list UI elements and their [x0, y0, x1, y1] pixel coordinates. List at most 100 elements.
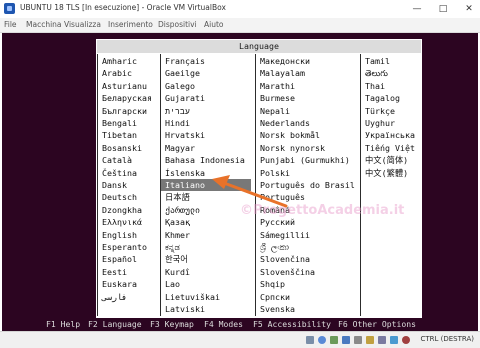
language-option[interactable]: Nepali [256, 105, 360, 117]
language-option[interactable]: Polski [256, 167, 360, 179]
language-option[interactable]: Marathi [256, 80, 360, 92]
language-option[interactable]: Ελληνικά [98, 216, 160, 228]
language-option[interactable]: 한국어 [161, 253, 251, 265]
menu-inserimento[interactable]: Inserimento [108, 20, 153, 29]
language-option[interactable]: Bosanski [98, 142, 160, 154]
language-option[interactable]: Gujarati [161, 92, 251, 104]
language-option[interactable]: Norsk bokmål [256, 129, 360, 141]
menu-bar: File Macchina Visualizza Inserimento Dis… [0, 18, 480, 33]
f5-accessibility[interactable]: F5 Accessibility [253, 317, 331, 331]
language-option[interactable]: Slovenčina [256, 253, 360, 265]
language-option[interactable]: Български [98, 105, 160, 117]
minimize-icon[interactable]: — [404, 0, 430, 18]
language-dialog-title: Language [97, 40, 421, 53]
f4-modes[interactable]: F4 Modes [204, 317, 243, 331]
window-title: UBUNTU 18 TLS [In esecuzione] - Oracle V… [20, 3, 226, 12]
usb-icon[interactable] [354, 336, 362, 344]
language-option[interactable]: Lietuviškai [161, 291, 251, 303]
language-option[interactable]: Thai [361, 80, 421, 92]
language-column-3: Македонски Malayalam Marathi Burmese Nepali N… [255, 54, 360, 316]
language-option[interactable]: Deutsch [98, 191, 160, 203]
language-option-selected[interactable]: Italiano [161, 179, 251, 191]
language-option[interactable]: Punjabi (Gurmukhi) [256, 154, 360, 166]
language-option[interactable]: తెలుగు [361, 67, 421, 79]
language-option[interactable]: Dansk [98, 179, 160, 191]
language-option[interactable]: Malayalam [256, 67, 360, 79]
language-option[interactable]: Português [256, 191, 360, 203]
close-icon[interactable]: ✕ [456, 0, 480, 18]
language-option[interactable]: Türkçe [361, 105, 421, 117]
language-option[interactable]: English [98, 229, 160, 241]
language-option[interactable]: Tamil [361, 55, 421, 67]
menu-file[interactable]: File [4, 20, 17, 29]
language-option[interactable]: Arabic [98, 67, 160, 79]
language-option[interactable]: Español [98, 253, 160, 265]
audio-icon[interactable] [330, 336, 338, 344]
menu-aiuto[interactable]: Aiuto [204, 20, 224, 29]
language-option[interactable]: Tibetan [98, 129, 160, 141]
virtualbox-app-icon [4, 3, 15, 14]
language-option[interactable]: Català [98, 154, 160, 166]
language-option[interactable]: Esperanto [98, 241, 160, 253]
language-option[interactable]: Українська [361, 129, 421, 141]
language-option[interactable]: فارسی [98, 291, 160, 303]
language-option[interactable]: Français [161, 55, 251, 67]
language-option[interactable]: Uyghur [361, 117, 421, 129]
menu-macchina[interactable]: Macchina [26, 20, 62, 29]
language-option[interactable]: Svenska [256, 303, 360, 315]
language-option[interactable]: Magyar [161, 142, 251, 154]
language-option[interactable]: Hrvatski [161, 129, 251, 141]
f2-language[interactable]: F2 Language [88, 317, 142, 331]
language-option[interactable]: Amharic [98, 55, 160, 67]
language-option[interactable]: Asturianu [98, 80, 160, 92]
language-option[interactable]: Македонски [256, 55, 360, 67]
f6-other-options[interactable]: F6 Other Options [338, 317, 416, 331]
host-key-icon [402, 336, 410, 344]
language-option[interactable]: Беларуская [98, 92, 160, 104]
language-option[interactable]: Shqip [256, 278, 360, 290]
f3-keymap[interactable]: F3 Keymap [150, 317, 194, 331]
language-option[interactable]: Galego [161, 80, 251, 92]
language-option[interactable]: Norsk nynorsk [256, 142, 360, 154]
language-option[interactable]: Sámegillii [256, 229, 360, 241]
language-option[interactable]: Burmese [256, 92, 360, 104]
maximize-icon[interactable]: □ [430, 0, 456, 18]
language-option[interactable]: Čeština [98, 167, 160, 179]
hard-disk-icon[interactable] [306, 336, 314, 344]
language-option[interactable]: Português do Brasil [256, 179, 360, 191]
display-icon[interactable] [378, 336, 386, 344]
language-option[interactable]: Bahasa Indonesia [161, 154, 251, 166]
language-option[interactable]: Kurdî [161, 266, 251, 278]
language-option[interactable]: Қазақ [161, 216, 251, 228]
language-option[interactable]: Gaeilge [161, 67, 251, 79]
language-option[interactable]: Српски [256, 291, 360, 303]
language-option[interactable]: Bengali [98, 117, 160, 129]
language-option[interactable]: Slovenščina [256, 266, 360, 278]
language-option[interactable]: Euskara [98, 278, 160, 290]
video-capture-icon[interactable] [390, 336, 398, 344]
language-option[interactable]: Khmer [161, 229, 251, 241]
language-option[interactable]: Latviski [161, 303, 251, 315]
language-option[interactable]: 日本語 [161, 191, 251, 203]
language-option[interactable]: ಕನ್ನಡ [161, 241, 251, 253]
language-option[interactable]: Nederlands [256, 117, 360, 129]
language-option[interactable]: ශ්‍රී ලංකා [256, 241, 360, 253]
vm-screen[interactable]: Language Amharic Arabic Asturianu Беларуска… [2, 33, 478, 331]
language-option[interactable]: ქართული [161, 204, 251, 216]
language-option[interactable]: Eesti [98, 266, 160, 278]
language-option[interactable]: Hindi [161, 117, 251, 129]
language-option[interactable]: 中文(繁體) [361, 167, 421, 179]
network-icon[interactable] [342, 336, 350, 344]
language-option[interactable]: Tagalog [361, 92, 421, 104]
f1-help[interactable]: F1 Help [46, 317, 80, 331]
language-option[interactable]: עברית [161, 105, 251, 117]
menu-visualizza[interactable]: Visualizza [64, 20, 101, 29]
language-option[interactable]: 中文(简体) [361, 154, 421, 166]
menu-dispositivi[interactable]: Dispositivi [158, 20, 197, 29]
language-option[interactable]: Íslenska [161, 167, 251, 179]
language-option[interactable]: Lao [161, 278, 251, 290]
language-option[interactable]: Dzongkha [98, 204, 160, 216]
language-option[interactable]: Tiếng Việt [361, 142, 421, 154]
shared-folders-icon[interactable] [366, 336, 374, 344]
optical-drive-icon[interactable] [318, 336, 326, 344]
